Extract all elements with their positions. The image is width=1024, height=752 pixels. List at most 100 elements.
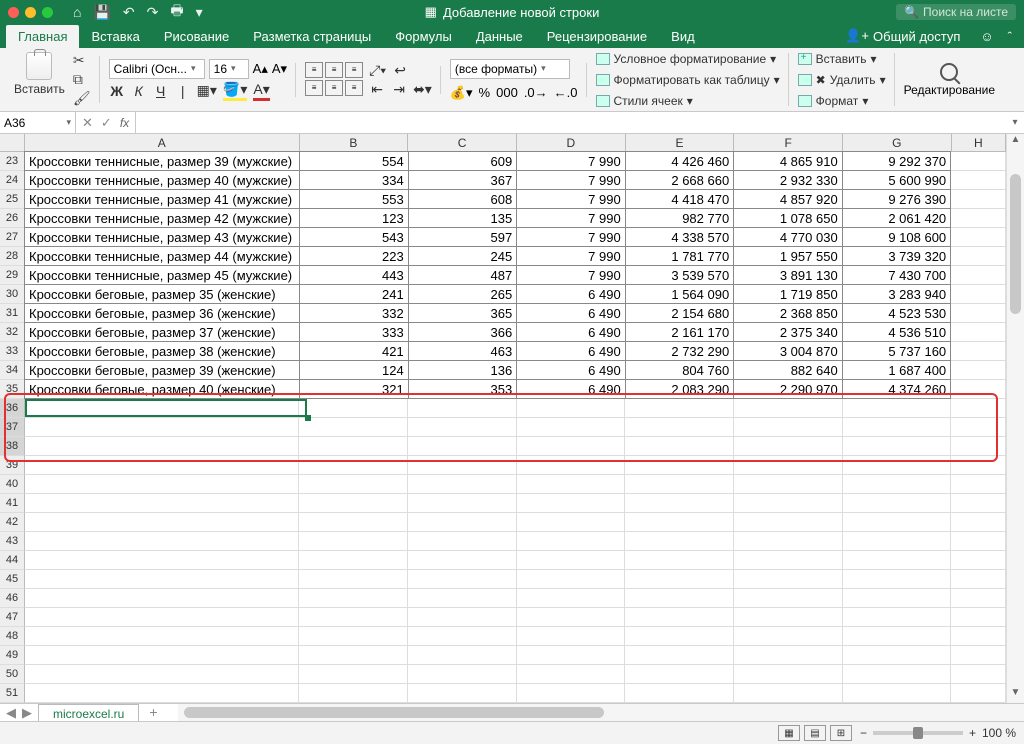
minimize-icon[interactable] <box>25 7 36 18</box>
cell[interactable] <box>951 437 1006 456</box>
row-header[interactable]: 29 <box>0 266 25 285</box>
cell[interactable]: 6 490 <box>516 284 625 304</box>
column-header-H[interactable]: H <box>952 134 1006 152</box>
cell[interactable] <box>843 456 952 475</box>
cell[interactable]: 2 161 170 <box>625 322 734 342</box>
cell[interactable] <box>951 228 1006 247</box>
cell[interactable]: 6 490 <box>516 322 625 342</box>
expand-formula-bar-icon[interactable]: ▾ <box>1006 112 1024 133</box>
cell[interactable]: 245 <box>408 246 517 266</box>
cell[interactable] <box>734 684 843 703</box>
cell[interactable] <box>951 152 1006 171</box>
cell[interactable] <box>951 418 1006 437</box>
cell[interactable] <box>843 627 952 646</box>
cell[interactable] <box>843 475 952 494</box>
row-header[interactable]: 40 <box>0 475 25 494</box>
first-sheet-icon[interactable]: ◀ <box>6 705 16 721</box>
cell[interactable] <box>517 437 626 456</box>
cell[interactable] <box>951 399 1006 418</box>
number-format-combo[interactable]: (все форматы)▾ <box>450 59 570 79</box>
cell[interactable] <box>299 627 408 646</box>
cell[interactable]: 365 <box>408 303 517 323</box>
cell[interactable]: Кроссовки беговые, размер 37 (женские) <box>24 322 300 342</box>
italic-button[interactable]: К <box>131 83 147 99</box>
cell[interactable] <box>951 551 1006 570</box>
row-header[interactable]: 36 <box>0 399 25 418</box>
cell[interactable] <box>408 646 517 665</box>
cell[interactable] <box>734 399 843 418</box>
cell[interactable] <box>843 551 952 570</box>
cell[interactable] <box>625 532 734 551</box>
column-header-G[interactable]: G <box>843 134 952 152</box>
cell[interactable] <box>951 589 1006 608</box>
row-header[interactable]: 27 <box>0 228 25 247</box>
cell[interactable] <box>517 646 626 665</box>
cell[interactable] <box>951 475 1006 494</box>
cell[interactable] <box>734 475 843 494</box>
cell[interactable]: Кроссовки беговые, размер 40 (женские) <box>24 379 300 399</box>
cell[interactable]: 4 536 510 <box>842 322 951 342</box>
cell[interactable] <box>299 399 408 418</box>
cell[interactable]: 882 640 <box>733 360 842 380</box>
cell[interactable] <box>951 323 1006 342</box>
cell[interactable]: 1 687 400 <box>842 360 951 380</box>
horizontal-scrollbar[interactable] <box>178 704 1024 721</box>
row-header[interactable]: 39 <box>0 456 25 475</box>
cell[interactable] <box>843 418 952 437</box>
add-sheet-button[interactable]: + <box>139 704 167 721</box>
undo-icon[interactable]: ↶ <box>123 4 135 21</box>
cell[interactable] <box>843 684 952 703</box>
cell[interactable] <box>843 494 952 513</box>
cell[interactable] <box>408 608 517 627</box>
cell[interactable] <box>25 665 299 684</box>
cell[interactable] <box>517 418 626 437</box>
cell[interactable] <box>951 627 1006 646</box>
cell[interactable] <box>625 684 734 703</box>
cell[interactable] <box>408 475 517 494</box>
delete-cells-button[interactable]: ✖ Удалить ▾ <box>798 70 886 89</box>
qat-dropdown-icon[interactable]: ▾ <box>196 4 203 21</box>
font-name-combo[interactable]: Calibri (Осн...▾ <box>109 59 205 79</box>
cell[interactable]: Кроссовки теннисные, размер 41 (мужские) <box>24 189 300 209</box>
cell[interactable] <box>951 570 1006 589</box>
spreadsheet-grid[interactable]: ABCDEFGH 2324252627282930313233343536373… <box>0 134 1024 704</box>
cell[interactable] <box>843 399 952 418</box>
cell[interactable]: 2 061 420 <box>842 208 951 228</box>
cell[interactable] <box>843 646 952 665</box>
cell[interactable] <box>951 361 1006 380</box>
column-header-C[interactable]: C <box>408 134 517 152</box>
row-header[interactable]: 42 <box>0 513 25 532</box>
row-header[interactable]: 43 <box>0 532 25 551</box>
cell[interactable] <box>408 627 517 646</box>
formula-input[interactable] <box>136 112 1006 133</box>
redo-icon[interactable]: ↷ <box>147 4 159 21</box>
cell[interactable] <box>843 589 952 608</box>
cell[interactable]: Кроссовки беговые, размер 38 (женские) <box>24 341 300 361</box>
paste-button[interactable]: Вставить <box>14 52 65 96</box>
cell[interactable]: 1 564 090 <box>625 284 734 304</box>
select-all-corner[interactable] <box>0 134 25 152</box>
cell[interactable] <box>517 551 626 570</box>
cell[interactable]: 543 <box>299 227 408 247</box>
cell[interactable] <box>25 399 299 418</box>
cell[interactable]: 4 374 260 <box>842 379 951 399</box>
cell[interactable] <box>951 380 1006 399</box>
cell[interactable] <box>734 646 843 665</box>
cell[interactable]: 2 932 330 <box>733 170 842 190</box>
cell[interactable]: 1 078 650 <box>733 208 842 228</box>
cell[interactable] <box>951 646 1006 665</box>
zoom-in-icon[interactable]: + <box>969 726 976 740</box>
zoom-control[interactable]: − + 100 % <box>860 726 1016 740</box>
decrease-indent-icon[interactable]: ⇤ <box>369 81 385 98</box>
cell[interactable] <box>625 418 734 437</box>
bold-button[interactable]: Ж <box>109 83 125 99</box>
insert-cells-button[interactable]: Вставить ▾ <box>798 49 886 68</box>
cell[interactable] <box>299 608 408 627</box>
cell[interactable] <box>625 399 734 418</box>
conditional-formatting-button[interactable]: Условное форматирование ▾ <box>596 49 780 68</box>
cell[interactable]: 3 004 870 <box>733 341 842 361</box>
cell[interactable] <box>25 513 299 532</box>
share-button[interactable]: 👤+ Общий доступ <box>833 24 972 48</box>
cell[interactable] <box>625 551 734 570</box>
scroll-down-icon[interactable]: ▼ <box>1007 687 1024 703</box>
